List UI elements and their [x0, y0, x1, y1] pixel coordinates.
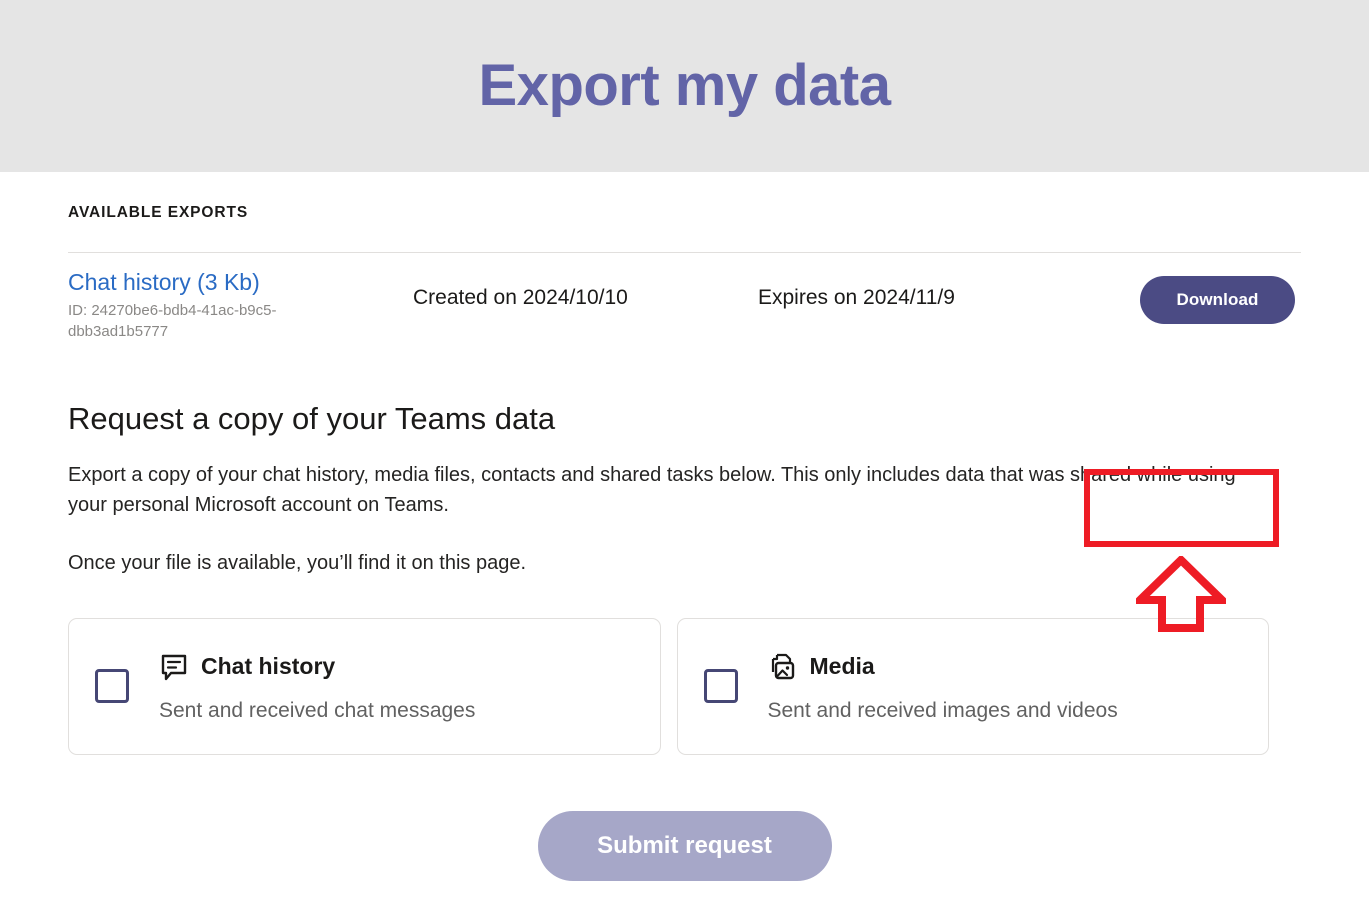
page-title: Export my data [478, 53, 892, 118]
download-button-container: Download [1068, 268, 1301, 324]
export-created-date: Created on 2024/10/10 [413, 286, 628, 309]
request-paragraph-1: Export a copy of your chat history, medi… [68, 463, 1236, 516]
option-title-chat-history: Chat history [201, 653, 336, 680]
option-title-media: Media [809, 653, 875, 680]
option-card-media[interactable]: Media Sent and received images and video… [676, 617, 1269, 755]
option-title-row: Chat history [159, 652, 475, 682]
request-section-heading: Request a copy of your Teams data [68, 401, 556, 437]
option-card-body: Chat history Sent and received chat mess… [159, 652, 475, 721]
export-file-link[interactable]: Chat history (3 Kb) [68, 268, 413, 297]
submit-request-button[interactable]: Submit request [537, 810, 832, 881]
submit-row: Submit request [68, 810, 1301, 881]
page-header-band: Export my data [0, 0, 1369, 172]
media-images-icon [771, 653, 794, 679]
option-subtitle-chat-history: Sent and received chat messages [159, 698, 476, 722]
option-subtitle-media: Sent and received images and videos [767, 698, 1118, 722]
export-file-id: ID: 24270be6-bdb4-41ac-b9c5-dbb3ad1b5777 [68, 301, 277, 341]
export-options-row: Chat history Sent and received chat mess… [68, 617, 1269, 755]
export-file-info: Chat history (3 Kb) ID: 24270be6-bdb4-41… [68, 268, 413, 342]
option-card-chat-history[interactable]: Chat history Sent and received chat mess… [68, 617, 661, 755]
export-row: Chat history (3 Kb) ID: 24270be6-bdb4-41… [68, 253, 1301, 342]
option-card-body: Media Sent and received images and video… [768, 652, 1118, 721]
request-paragraph-2: Once your file is available, you’ll find… [68, 551, 527, 574]
option-title-row: Media [768, 652, 1118, 682]
main-content: AVAILABLE EXPORTS Chat history (3 Kb) ID… [0, 204, 1369, 881]
available-exports-label: AVAILABLE EXPORTS [68, 204, 249, 221]
checkbox-chat-history[interactable] [95, 669, 129, 704]
download-button[interactable]: Download [1140, 276, 1295, 324]
chat-bubble-icon [161, 654, 187, 680]
export-expires-date: Expires on 2024/11/9 [758, 286, 955, 309]
checkbox-media[interactable] [703, 669, 738, 704]
